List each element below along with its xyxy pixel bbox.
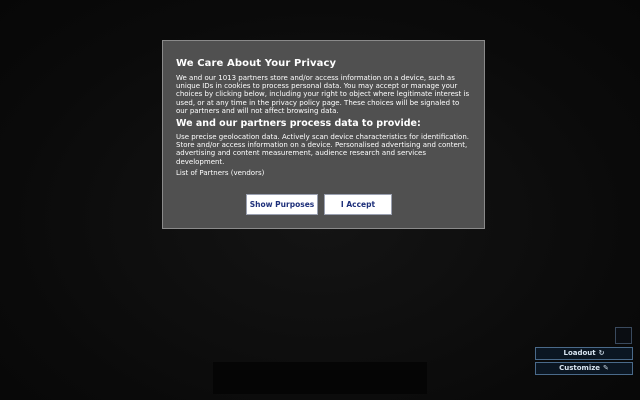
customize-button[interactable]: Customize ✎ (535, 362, 633, 375)
accept-button[interactable]: I Accept (324, 194, 392, 215)
pencil-icon: ✎ (603, 364, 609, 372)
customize-label: Customize (559, 364, 601, 372)
corner-slot[interactable] (615, 327, 632, 344)
loadout-button[interactable]: Loadout ↻ (535, 347, 633, 360)
consent-title: We Care About Your Privacy (176, 58, 337, 69)
consent-button-row: Show Purposes I Accept (163, 194, 484, 216)
consent-subtitle: We and our partners process data to prov… (176, 118, 421, 130)
consent-purposes-text: Use precise geolocation data. Actively s… (176, 133, 470, 166)
partners-list-link[interactable]: List of Partners (vendors) (176, 169, 471, 178)
refresh-icon: ↻ (598, 349, 605, 357)
game-background: We Care About Your Privacy We and our 10… (0, 0, 640, 400)
loadout-label: Loadout (563, 349, 596, 357)
show-purposes-button[interactable]: Show Purposes (246, 194, 318, 215)
consent-body-text: We and our 1013 partners store and/or ac… (176, 74, 470, 115)
privacy-consent-dialog: We Care About Your Privacy We and our 10… (162, 40, 485, 229)
bottom-panel (213, 362, 427, 394)
